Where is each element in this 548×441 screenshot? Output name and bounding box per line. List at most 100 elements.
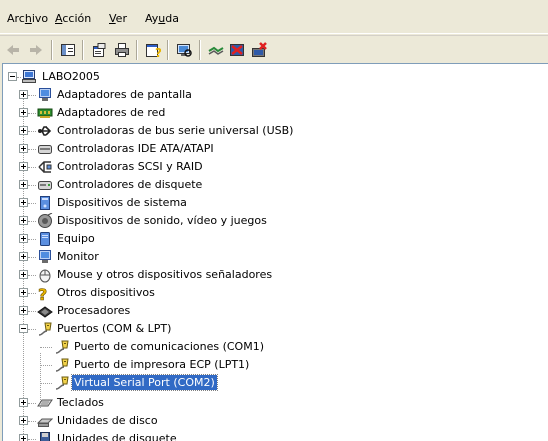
tree-item-label: Dispositivos de sonido, vídeo y juegos <box>57 214 267 227</box>
tree-child-item[interactable]: Puerto de comunicaciones (COM1) <box>3 338 543 356</box>
computer-icon <box>22 70 36 83</box>
tree-item[interactable]: Monitor <box>3 248 543 266</box>
tree-item-label: Controladoras de bus serie universal (US… <box>57 124 294 137</box>
svg-text:?: ? <box>38 285 47 301</box>
tree-item[interactable]: Teclados <box>3 394 543 412</box>
menu-bar: Archivo Acción Ver Ayuda <box>0 0 548 34</box>
port-icon <box>55 358 69 372</box>
expand-icon[interactable] <box>19 108 28 117</box>
tree-item[interactable]: Unidades de disquete <box>3 430 543 441</box>
console-tree-icon[interactable] <box>57 39 79 61</box>
collapse-icon[interactable] <box>8 72 17 81</box>
svg-text:?: ? <box>155 46 161 58</box>
floppy-drive-icon <box>40 432 50 441</box>
uninstall-device-icon[interactable] <box>248 39 270 61</box>
expand-icon[interactable] <box>19 234 28 243</box>
port-icon <box>55 340 69 354</box>
monitor-icon <box>39 250 51 263</box>
tree-item-label: Controladores de disquete <box>57 178 203 191</box>
update-driver-icon[interactable] <box>205 39 227 61</box>
tree-item[interactable]: Mouse y otros dispositivos señaladores <box>3 266 543 284</box>
scan-hardware-icon[interactable] <box>173 39 195 61</box>
mouse-icon <box>39 269 51 283</box>
tree-item[interactable]: Equipo <box>3 230 543 248</box>
expand-icon[interactable] <box>19 180 28 189</box>
tree-item-label: Adaptadores de red <box>57 106 166 119</box>
expand-icon[interactable] <box>19 434 28 441</box>
expand-icon[interactable] <box>19 398 28 407</box>
port-icon <box>55 376 69 390</box>
tree-root[interactable]: LABO2005 <box>3 68 543 86</box>
tree-child-label: Virtual Serial Port (COM2) <box>71 374 218 391</box>
menu-accion[interactable]: Acción <box>55 12 91 25</box>
port-icon <box>38 322 52 336</box>
network-adapter-icon <box>37 108 53 118</box>
tree-item[interactable]: Dispositivos de sonido, vídeo y juegos <box>3 212 543 230</box>
tree-item[interactable]: Unidades de disco <box>3 412 543 430</box>
tree-item[interactable]: Dispositivos de sistema <box>3 194 543 212</box>
expand-icon[interactable] <box>19 270 28 279</box>
tree-item-label: Controladoras IDE ATA/ATAPI <box>57 142 214 155</box>
tree-item[interactable]: Controladoras de bus serie universal (US… <box>3 122 543 140</box>
tree-item-label: Unidades de disco <box>57 414 158 427</box>
unknown-device-icon: ? <box>38 285 48 301</box>
tree-child-label: Puerto de impresora ECP (LPT1) <box>74 358 250 371</box>
tree-item-label: Equipo <box>57 232 95 245</box>
menu-ayuda[interactable]: Ayuda <box>145 12 179 25</box>
tree-item-label: Mouse y otros dispositivos señaladores <box>57 268 273 281</box>
expand-icon[interactable] <box>19 90 28 99</box>
expand-icon[interactable] <box>19 416 28 425</box>
back-arrow-icon[interactable] <box>2 39 24 61</box>
tree-item-label: Controladoras SCSI y RAID <box>57 160 203 173</box>
tree-item-label: Adaptadores de pantalla <box>57 88 192 101</box>
keyboard-icon <box>37 399 53 407</box>
expand-icon[interactable] <box>19 216 28 225</box>
menu-ver[interactable]: Ver <box>109 12 127 25</box>
ide-controller-icon <box>38 145 52 154</box>
tree-item[interactable]: Procesadores <box>3 302 543 320</box>
expand-icon[interactable] <box>19 162 28 171</box>
expand-icon[interactable] <box>19 288 28 297</box>
tree-item[interactable]: Controladores de disquete <box>3 176 543 194</box>
tree-item[interactable]: ? Otros dispositivos <box>3 284 543 302</box>
help-icon[interactable]: ? <box>142 39 164 61</box>
sound-icon <box>38 213 53 228</box>
device-tree: LABO2005 Adaptadores de pantalla Adaptad… <box>2 63 548 441</box>
scsi-icon <box>38 161 52 173</box>
tree-item[interactable]: Controladoras SCSI y RAID <box>3 158 543 176</box>
floppy-controller-icon <box>38 181 52 190</box>
properties-icon[interactable] <box>88 39 110 61</box>
tree-item-label: Teclados <box>57 396 104 409</box>
tree-item[interactable]: Controladoras IDE ATA/ATAPI <box>3 140 543 158</box>
expand-icon[interactable] <box>19 306 28 315</box>
tree-item-label: Unidades de disquete <box>57 432 177 441</box>
collapse-icon[interactable] <box>19 324 28 333</box>
print-icon[interactable] <box>111 39 133 61</box>
tree-item-label: Otros dispositivos <box>57 286 155 299</box>
forward-arrow-icon[interactable] <box>25 39 47 61</box>
expand-icon[interactable] <box>19 198 28 207</box>
tree-child-item-selected[interactable]: Virtual Serial Port (COM2) <box>3 374 543 392</box>
processor-icon <box>37 306 53 318</box>
expand-icon[interactable] <box>19 144 28 153</box>
usb-icon <box>38 126 52 136</box>
computer-icon <box>40 232 50 246</box>
tree-item-expanded[interactable]: Puertos (COM & LPT) <box>3 320 543 338</box>
tree-item-label: Dispositivos de sistema <box>57 196 187 209</box>
disk-drive-icon <box>37 418 53 427</box>
tree-item[interactable]: Adaptadores de red <box>3 104 543 122</box>
tree-item[interactable]: Adaptadores de pantalla <box>3 86 543 104</box>
tree-item-label: Puertos (COM & LPT) <box>57 322 172 335</box>
menu-archivo[interactable]: Archivo <box>7 12 48 25</box>
tree-child-item[interactable]: Puerto de impresora ECP (LPT1) <box>3 356 543 374</box>
display-adapter-icon <box>39 88 51 101</box>
system-device-icon <box>40 196 50 210</box>
toolbar: ? <box>0 35 548 63</box>
expand-icon[interactable] <box>19 252 28 261</box>
tree-item-label: Monitor <box>57 250 99 263</box>
tree-item-label: Procesadores <box>57 304 131 317</box>
tree-child-label: Puerto de comunicaciones (COM1) <box>74 340 264 353</box>
disable-device-icon[interactable] <box>226 39 248 61</box>
expand-icon[interactable] <box>19 126 28 135</box>
tree-root-label: LABO2005 <box>42 70 100 83</box>
